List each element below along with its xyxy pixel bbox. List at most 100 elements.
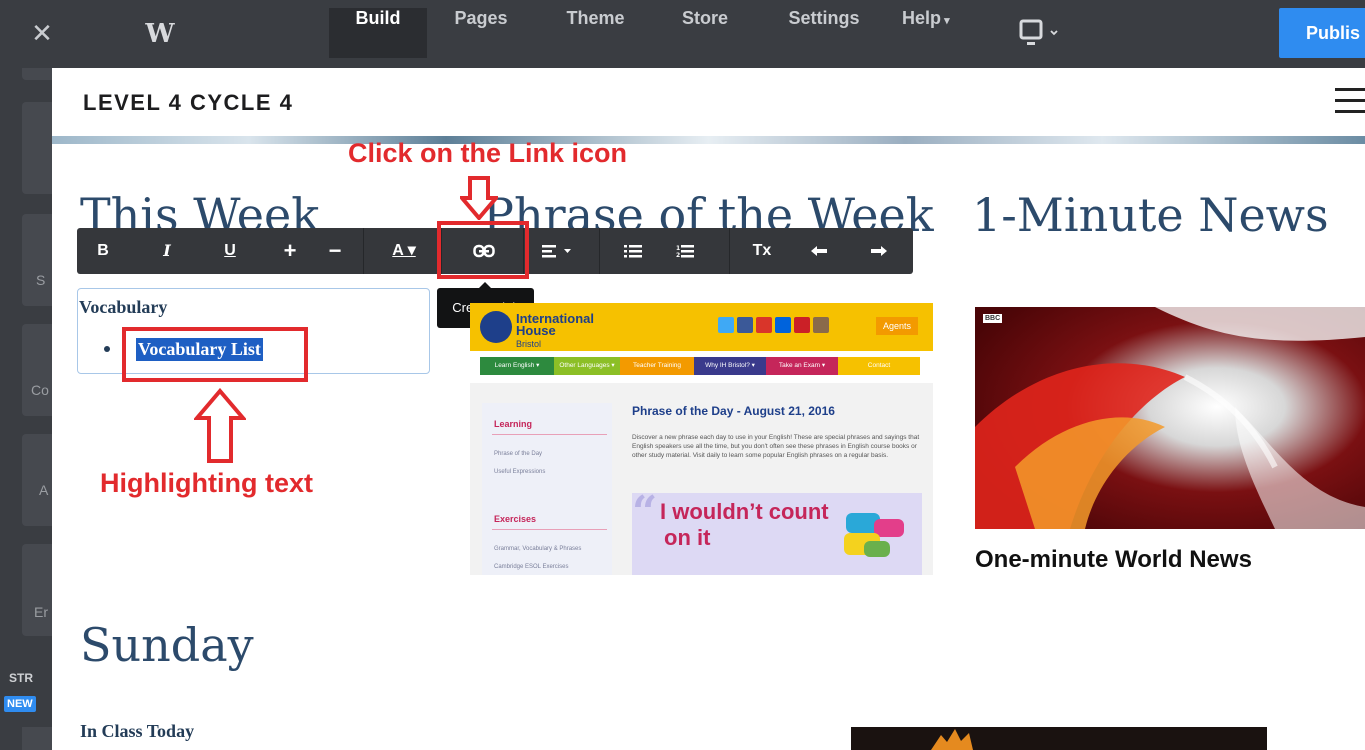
phrase-of-the-day-image[interactable]: International House Bristol Agents Learn… (470, 303, 933, 575)
toolbar-divider (599, 228, 600, 274)
image-nav: Learn English ▾ Other Languages ▾ Teacher … (480, 357, 920, 375)
image-link: Grammar, Vocabulary & Phrases (494, 546, 582, 552)
sidebar-tile[interactable]: Co (22, 324, 52, 416)
sunday-image[interactable] (851, 727, 1267, 750)
facebook-icon (737, 317, 753, 333)
sunday-heading[interactable]: Sunday (80, 618, 254, 672)
sidebar-tile[interactable] (22, 68, 52, 80)
ih-logo-icon (480, 311, 512, 343)
underline-button[interactable]: U (201, 228, 259, 274)
publish-button[interactable]: Publis (1279, 8, 1365, 58)
image-nav-item: Learn English ▾ (480, 357, 554, 375)
toolbar-divider (363, 228, 364, 274)
bbc-news-image[interactable]: BBC (975, 307, 1365, 529)
news-heading[interactable]: 1-Minute News (972, 188, 1329, 242)
image-learning-heading: Learning (494, 419, 533, 429)
site-title[interactable]: LEVEL 4 CYCLE 4 (83, 90, 293, 116)
instagram-icon (813, 317, 829, 333)
link-icon-highlight-box (437, 221, 529, 279)
image-nav-item: Take an Exam ▾ (766, 357, 838, 375)
image-nav-item: Why IH Bristol? ▾ (694, 357, 766, 375)
text-highlight-box (122, 327, 308, 382)
close-icon[interactable]: ✕ (26, 18, 58, 50)
tab-store[interactable]: Store (666, 8, 744, 58)
in-class-today-heading[interactable]: In Class Today (80, 721, 194, 742)
redo-icon (871, 245, 887, 256)
globe-graphic (975, 307, 1365, 529)
image-brand-line: Bristol (516, 339, 542, 349)
weebly-logo-icon[interactable]: W (144, 18, 176, 50)
tab-help[interactable]: Help ▾ (902, 8, 958, 58)
pinterest-icon (794, 317, 810, 333)
sidebar-tile-label: Co (31, 382, 49, 398)
sidebar-tile[interactable]: S (22, 214, 52, 306)
up-arrow-annotation-icon (194, 388, 246, 463)
clear-format-button[interactable]: Tx (735, 228, 789, 274)
chevron-down-icon: ▾ (941, 15, 950, 27)
image-article-title: Phrase of the Day - August 21, 2016 (632, 404, 835, 418)
sunday-image-graphic (931, 729, 973, 750)
redo-button[interactable] (849, 228, 909, 274)
bold-button[interactable]: B (77, 228, 129, 274)
undo-button[interactable] (791, 228, 847, 274)
italic-button[interactable]: I (137, 228, 197, 274)
sidebar-tile[interactable]: Er (22, 544, 52, 636)
down-arrow-annotation-icon (460, 176, 498, 220)
bulleted-list-icon (624, 244, 642, 258)
news-caption[interactable]: One-minute World News (975, 546, 1252, 574)
image-quote-line: on it (664, 525, 711, 550)
image-exercises-heading: Exercises (494, 514, 537, 524)
image-link: Cambridge ESOL Exercises (494, 564, 569, 570)
undo-icon (811, 245, 827, 256)
flickr-icon (775, 317, 791, 333)
align-left-icon (542, 244, 571, 258)
image-divider (492, 434, 607, 435)
image-brand-line: House (516, 323, 556, 338)
tab-theme[interactable]: Theme (548, 8, 643, 58)
align-button[interactable] (529, 228, 585, 274)
elements-sidebar: S Co A Er STR NEW (0, 68, 52, 750)
tab-settings[interactable]: Settings (766, 8, 882, 58)
youtube-icon (756, 317, 772, 333)
annotation-click-link: Click on the Link icon (348, 138, 628, 168)
tab-pages[interactable]: Pages (435, 8, 527, 58)
sidebar-tile-label: S (36, 272, 46, 288)
image-nav-item: Other Languages ▾ (554, 357, 620, 375)
numbered-list-button[interactable]: 12 (659, 228, 711, 274)
editor-top-bar: ✕ W Build Pages Theme Store Settings Hel… (0, 0, 1365, 68)
agents-button: Agents (876, 317, 918, 335)
bbc-logo: BBC (983, 314, 1003, 323)
svg-text:1: 1 (676, 245, 680, 252)
hamburger-menu-icon[interactable] (1335, 88, 1365, 116)
toolbar-divider (729, 228, 730, 274)
site-header: LEVEL 4 CYCLE 4 (52, 68, 1365, 138)
quote-mark-icon: “ (632, 487, 658, 538)
image-link: Phrase of the Day (494, 451, 543, 457)
new-badge: NEW (4, 696, 36, 712)
sidebar-tile-label: Er (34, 604, 48, 620)
sidebar-section-label: STR (9, 671, 33, 685)
list-bullet (104, 346, 110, 352)
sidebar-tile[interactable]: A (22, 434, 52, 526)
sidebar-tile[interactable] (22, 102, 52, 194)
tab-build[interactable]: Build (329, 8, 427, 58)
tab-help-label: Help (902, 8, 942, 28)
image-divider (492, 529, 607, 530)
sidebar-tile-label: A (39, 482, 49, 498)
increase-size-button[interactable]: + (263, 228, 317, 274)
decrease-size-button[interactable]: − (313, 228, 357, 274)
vocab-title[interactable]: Vocabulary (79, 297, 167, 318)
image-quote-line: I wouldn’t count (660, 499, 829, 524)
sidebar-tile[interactable] (22, 727, 52, 750)
twitter-icon (718, 317, 734, 333)
image-nav-item: Contact (838, 357, 920, 375)
numbered-list-icon: 12 (676, 244, 694, 259)
bulleted-list-button[interactable] (607, 228, 659, 274)
font-color-button[interactable]: A ▾ (371, 228, 437, 274)
clear-format-label: Tx (752, 242, 772, 259)
desktop-device-icon[interactable] (1018, 18, 1062, 50)
header-banner-image (52, 136, 1365, 144)
image-link: Useful Expressions (494, 469, 546, 475)
social-icons (718, 317, 832, 338)
annotation-highlighting: Highlighting text (100, 468, 313, 498)
